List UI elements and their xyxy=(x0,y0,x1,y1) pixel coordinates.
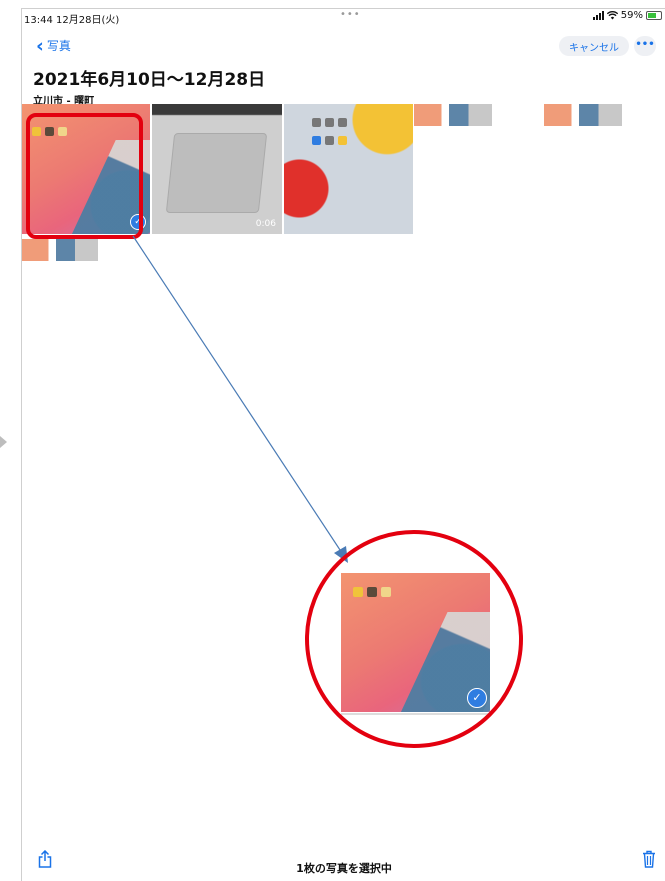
photo-tile[interactable] xyxy=(414,104,492,126)
chevron-left-icon: ‹ xyxy=(36,34,44,57)
highlight-circle xyxy=(305,530,523,748)
back-button-label: 写真 xyxy=(46,39,71,53)
highlight-rectangle xyxy=(26,113,143,239)
more-options-button[interactable]: ••• xyxy=(634,36,656,56)
photo-tile[interactable] xyxy=(544,104,622,126)
app-icons xyxy=(312,118,347,127)
video-tile[interactable]: 0:06 xyxy=(152,104,282,234)
status-time: 13:44 12月28日(火) xyxy=(24,15,120,26)
selection-count: 1枚の写真を選択中 xyxy=(296,862,392,875)
back-button[interactable]: ‹ 写真 xyxy=(36,34,71,57)
battery-percent: 59% xyxy=(620,10,643,21)
photo-tile[interactable] xyxy=(22,239,98,261)
page-title: 2021年6月10日〜12月28日 xyxy=(33,70,266,90)
share-icon[interactable] xyxy=(38,850,52,868)
multitasking-dots[interactable]: ••• xyxy=(340,9,361,20)
photo-tile[interactable] xyxy=(284,104,413,234)
trackpad-image xyxy=(165,132,268,213)
signal-icon xyxy=(592,11,604,20)
app-icons xyxy=(312,136,347,145)
status-right: 59% xyxy=(592,10,662,21)
cancel-button[interactable]: キャンセル xyxy=(559,36,629,56)
wifi-icon xyxy=(606,11,618,20)
trash-icon[interactable] xyxy=(642,850,656,868)
video-duration: 0:06 xyxy=(255,219,276,229)
status-bar: 13:44 12月28日(火) ••• 59% xyxy=(22,9,665,26)
battery-icon xyxy=(646,11,662,20)
page-pointer-arrow xyxy=(0,436,7,448)
